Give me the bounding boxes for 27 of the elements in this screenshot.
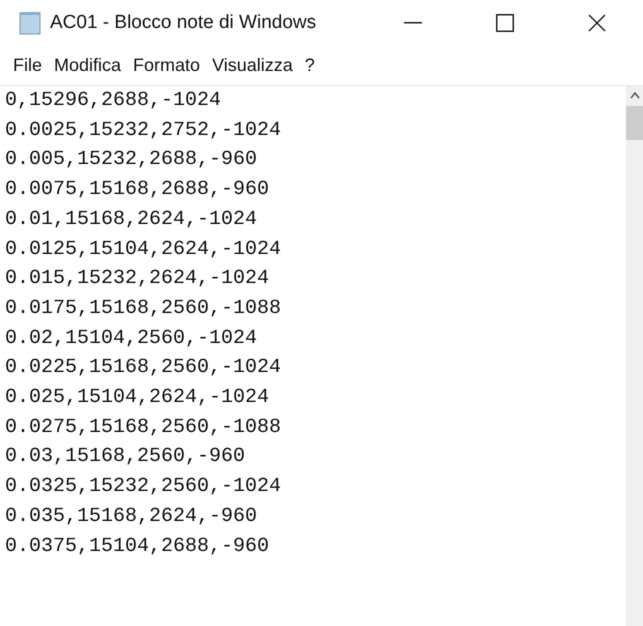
- text-line: 0.0225,15168,2560,-1024: [5, 355, 282, 382]
- text-line: 0.0025,15232,2752,-1024: [5, 118, 282, 144]
- text-line: 0.015,15232,2624,-1024: [5, 266, 270, 292]
- text-line: 0.0175,15168,2560,-1088: [5, 296, 282, 322]
- minimize-icon: [404, 22, 422, 24]
- window-title: AC01 - Blocco note di Windows: [50, 10, 316, 35]
- text-line: 0,15296,2688,-1024: [5, 88, 222, 114]
- maximize-icon: [496, 14, 514, 32]
- text-line: 0.02,15104,2560,-1024: [5, 326, 258, 352]
- menu-item[interactable]: ?: [300, 52, 320, 79]
- menu-item[interactable]: Formato: [128, 52, 206, 79]
- text-line: 0.03,15168,2560,-960: [5, 444, 246, 470]
- scrollbar[interactable]: [626, 86, 643, 626]
- menu-item[interactable]: File: [8, 52, 48, 79]
- menu-item[interactable]: Modifica: [49, 52, 126, 79]
- text-line: 0.0325,15232,2560,-1024: [5, 474, 282, 500]
- text-line: 0.025,15104,2624,-1024: [5, 385, 270, 412]
- menu-item[interactable]: Visualizza: [207, 52, 298, 79]
- text-line: 0.01,15168,2624,-1024: [5, 206, 258, 233]
- text-line: 0.0375,15104,2688,-960: [5, 534, 270, 560]
- text-line: 0.035,15168,2624,-960: [5, 504, 258, 530]
- close-icon: [588, 14, 606, 32]
- text-line: 0.0125,15104,2624,-1024: [5, 236, 282, 263]
- text-line: 0.005,15232,2688,-960: [5, 147, 258, 174]
- text-line: 0.0275,15168,2560,-1088: [5, 414, 282, 441]
- scrollbar-thumb[interactable]: [626, 106, 643, 140]
- text-line: 0.0075,15168,2688,-960: [5, 177, 270, 204]
